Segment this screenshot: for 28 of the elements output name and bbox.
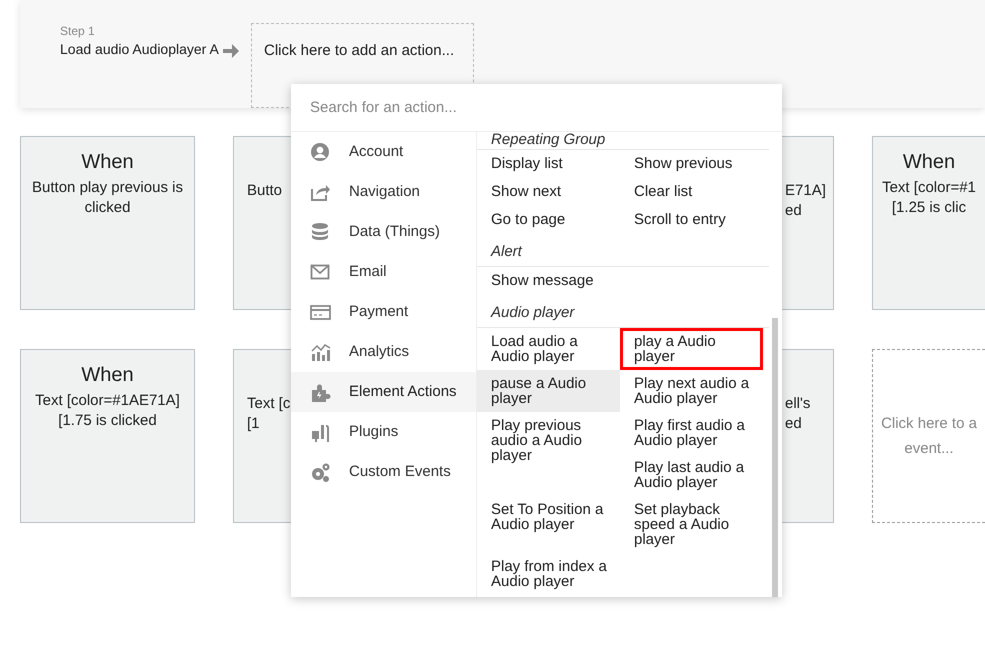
card-description: Butto xyxy=(247,181,284,201)
card-title: When xyxy=(81,363,134,388)
event-card[interactable]: When Button play previous is clicked xyxy=(20,136,195,310)
event-card[interactable]: When Text [color=#1AE71A] [1.75 is clicked xyxy=(20,349,195,523)
category-item[interactable]: Element Actions xyxy=(291,372,476,412)
scrollbar-thumb[interactable] xyxy=(772,318,778,597)
card-description: E71A] ed xyxy=(785,181,827,221)
person-icon xyxy=(310,142,331,162)
card-description: Text [color=#1 [1.25 is clic xyxy=(881,178,977,218)
envelope-icon xyxy=(310,262,331,282)
card-title: When xyxy=(81,150,134,175)
arrow-right-icon xyxy=(222,43,240,59)
gears-icon xyxy=(310,462,331,482)
search-field[interactable]: Search for an action... xyxy=(291,84,782,131)
card-description: Text [c [1 xyxy=(247,394,291,434)
action-item[interactable]: pause a Audio player xyxy=(477,370,620,412)
card-title: When xyxy=(902,150,956,175)
add-event-button[interactable]: Click here to a event... xyxy=(872,349,985,523)
card-description: ell's ed xyxy=(785,394,812,434)
database-icon xyxy=(310,222,331,242)
puzzle-icon xyxy=(310,382,331,402)
card-description: Button play previous is clicked xyxy=(31,178,184,218)
bar-chart-icon xyxy=(310,342,331,362)
action-item[interactable]: play a Audio player xyxy=(620,328,763,370)
step-action[interactable]: Load audio Audioplayer A xyxy=(60,39,222,59)
event-card[interactable]: When Text [color=#1 [1.25 is clic xyxy=(872,136,985,310)
card-description: Text [color=#1AE71A] [1.75 is clicked xyxy=(34,391,181,431)
step-label: Step 1 xyxy=(60,24,96,39)
